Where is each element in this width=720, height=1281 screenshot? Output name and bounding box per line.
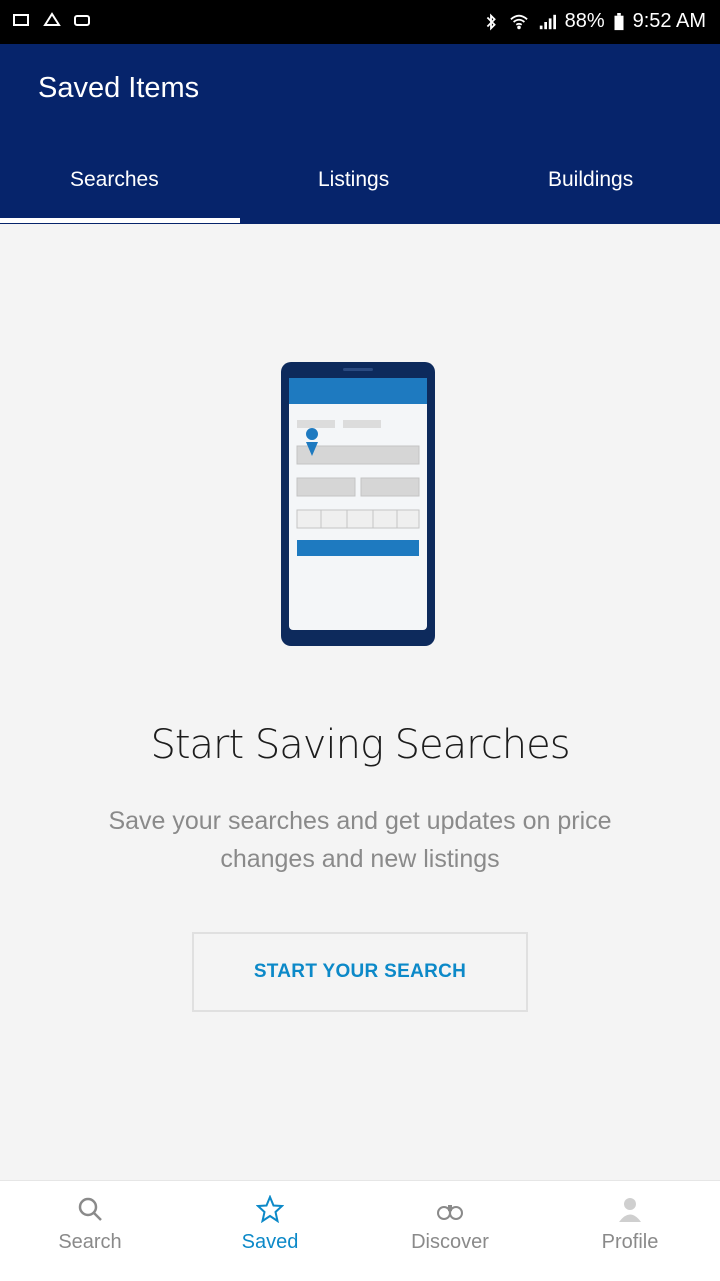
star-icon bbox=[256, 1195, 284, 1223]
battery-percent: 88% bbox=[564, 10, 605, 32]
person-icon bbox=[619, 1198, 641, 1222]
start-search-button[interactable]: START YOUR SEARCH bbox=[192, 932, 528, 1012]
nav-label-profile: Profile bbox=[601, 1231, 659, 1253]
bluetooth-icon bbox=[486, 13, 496, 30]
tab-searches[interactable]: Searches bbox=[70, 168, 159, 192]
battery-icon bbox=[614, 12, 624, 30]
status-bar: 88% 9:52 AM bbox=[0, 0, 720, 44]
phone-search-form-illustration bbox=[281, 362, 435, 646]
clock: 9:52 AM bbox=[632, 10, 706, 32]
page-title: Saved Items bbox=[38, 72, 200, 104]
notification-icon bbox=[43, 12, 61, 26]
nav-label-discover: Discover bbox=[411, 1231, 489, 1253]
nav-item-discover[interactable]: Discover bbox=[390, 1195, 510, 1281]
nav-item-saved[interactable]: Saved bbox=[210, 1195, 330, 1281]
status-right: 88% 9:52 AM bbox=[481, 10, 706, 33]
binoculars-icon bbox=[437, 1205, 463, 1220]
wifi-icon bbox=[509, 14, 528, 29]
nav-label-saved: Saved bbox=[241, 1231, 299, 1253]
status-left-icons bbox=[12, 11, 92, 29]
bottom-navigation: Search Saved Discover Profile bbox=[0, 1180, 720, 1281]
active-tab-indicator bbox=[0, 218, 240, 223]
tab-bar: Searches Listings Buildings bbox=[0, 154, 720, 224]
nav-item-search[interactable]: Search bbox=[30, 1195, 150, 1281]
app-header: Saved Items Searches Listings Buildings bbox=[0, 44, 720, 224]
signal-icon bbox=[539, 14, 556, 29]
nav-item-profile[interactable]: Profile bbox=[570, 1195, 690, 1281]
notification-icon bbox=[13, 14, 29, 26]
tab-listings[interactable]: Listings bbox=[318, 168, 389, 192]
empty-state-headline: Start Saving Searches bbox=[150, 722, 570, 768]
search-icon bbox=[78, 1197, 102, 1221]
notification-icon bbox=[74, 15, 90, 26]
tab-buildings[interactable]: Buildings bbox=[548, 168, 633, 192]
empty-state-description: Save your searches and get updates on pr… bbox=[108, 807, 612, 873]
empty-state: Start Saving Searches Save your searches… bbox=[0, 224, 720, 1180]
nav-label-search: Search bbox=[58, 1231, 122, 1253]
